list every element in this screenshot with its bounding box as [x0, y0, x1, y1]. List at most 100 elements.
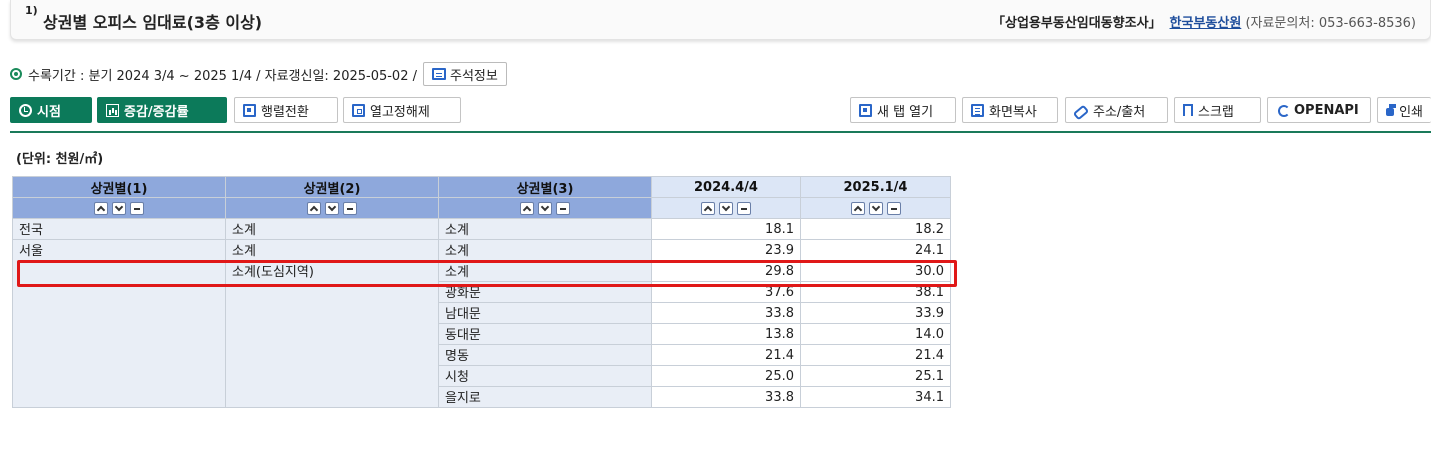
value-cell: 21.4	[651, 344, 801, 366]
sort-up-icon[interactable]	[701, 201, 715, 215]
link-icon	[1074, 104, 1088, 117]
screen-copy-label: 화면복사	[989, 104, 1037, 120]
region2-cell: 소계	[225, 239, 439, 261]
source-name: 「상업용부동산임대동향조사」	[992, 16, 1162, 31]
sort-down-icon[interactable]	[538, 201, 552, 215]
sort-down-icon[interactable]	[325, 201, 339, 215]
clock-icon	[19, 103, 32, 117]
region2-cell: 소계(도심지역)	[225, 260, 439, 408]
value-cell: 25.1	[800, 365, 951, 387]
api-icon	[1276, 104, 1290, 117]
source-info: 「상업용부동산임대동향조사」 한국부동산원 (자료문의처: 053-663-853…	[992, 12, 1416, 31]
pivot-button[interactable]: 행렬전환	[234, 97, 338, 123]
page-title: 상권별 오피스 임대료(3층 이상)	[43, 13, 263, 32]
source-contact: (자료문의처: 053-663-8536)	[1241, 16, 1416, 31]
scrap-button[interactable]: 스크랩	[1174, 97, 1261, 123]
region3-cell: 명동	[438, 344, 652, 366]
collapse-icon[interactable]	[886, 201, 901, 215]
sort-controls	[225, 197, 439, 219]
sort-up-icon[interactable]	[520, 201, 534, 215]
column-header[interactable]: 2024.4/4	[651, 176, 801, 198]
screen-copy-button[interactable]: 화면복사	[962, 97, 1058, 123]
data-table: 상권별(1) 상권별(2) 상권별(3) 2024.4/4 2025.1/4 전…	[12, 176, 951, 408]
sort-controls	[800, 197, 951, 219]
toolbar: 시점 증감/증감률 행렬전환 열고정해제 새 탭 열기 화면복사 주소/출처 스…	[10, 97, 1431, 125]
table-row: 서울 소계 소계 23.9 24.1	[12, 239, 951, 408]
openapi-label: OPENAPI	[1294, 102, 1359, 118]
unit-label: (단위: 천원/㎡)	[16, 152, 104, 167]
target-icon	[10, 68, 22, 80]
region3-cell: 소계	[438, 239, 652, 261]
value-cell: 29.8	[651, 260, 801, 282]
table-row: 전국 소계 소계 18.1 18.2	[12, 218, 951, 240]
copy-icon	[971, 103, 984, 117]
sort-up-icon[interactable]	[307, 201, 321, 215]
value-cell: 33.9	[800, 302, 951, 324]
toolbar-divider	[10, 131, 1431, 133]
unfreeze-icon	[352, 103, 365, 117]
title-footnote-number: 1)	[25, 4, 38, 17]
period-info: 수록기간 : 분기 2024 3/4 ~ 2025 1/4 / 자료갱신일: 2…	[10, 62, 507, 86]
value-cell: 34.1	[800, 386, 951, 408]
sort-up-icon[interactable]	[850, 201, 865, 215]
value-cell: 30.0	[800, 260, 951, 282]
note-info-label: 주석정보	[450, 68, 498, 84]
change-rate-label: 증감/증감률	[124, 104, 189, 120]
sort-controls	[12, 197, 226, 219]
sort-controls	[438, 197, 652, 219]
table-control-row	[12, 197, 951, 219]
region1-cell: 서울	[12, 239, 226, 408]
collapse-icon[interactable]	[343, 201, 357, 215]
value-cell: 18.1	[651, 218, 801, 240]
region3-cell: 남대문	[438, 302, 652, 324]
note-icon	[432, 68, 446, 80]
change-rate-button[interactable]: 증감/증감률	[97, 97, 227, 123]
value-cell: 18.2	[800, 218, 951, 240]
sort-controls	[651, 197, 801, 219]
column-header[interactable]: 상권별(2)	[225, 176, 439, 198]
print-label: 인쇄	[1399, 104, 1423, 120]
new-tab-button[interactable]: 새 탭 열기	[850, 97, 956, 123]
note-info-button[interactable]: 주석정보	[423, 62, 507, 86]
column-header[interactable]: 상권별(3)	[438, 176, 652, 198]
time-label: 시점	[37, 104, 61, 120]
time-button[interactable]: 시점	[10, 97, 92, 123]
value-cell: 37.6	[651, 281, 801, 303]
chart-icon	[106, 103, 119, 117]
period-text: 수록기간 : 분기 2024 3/4 ~ 2025 1/4 / 자료갱신일: 2…	[28, 68, 417, 84]
bookmark-icon	[1183, 104, 1193, 116]
value-cell: 21.4	[800, 344, 951, 366]
value-cell: 23.9	[651, 239, 801, 261]
value-cell: 25.0	[651, 365, 801, 387]
region1-cell: 전국	[12, 218, 226, 240]
value-cell: 13.8	[651, 323, 801, 345]
collapse-icon[interactable]	[737, 201, 751, 215]
print-button[interactable]: 인쇄	[1377, 97, 1431, 123]
region2-cell: 소계	[225, 218, 439, 240]
sort-down-icon[interactable]	[719, 201, 733, 215]
column-header[interactable]: 상권별(1)	[12, 176, 226, 198]
address-source-label: 주소/출처	[1093, 104, 1146, 120]
collapse-icon[interactable]	[556, 201, 570, 215]
new-tab-icon	[859, 103, 872, 117]
unfreeze-button[interactable]: 열고정해제	[343, 97, 461, 123]
value-cell: 38.1	[800, 281, 951, 303]
sort-down-icon[interactable]	[868, 201, 883, 215]
scrap-label: 스크랩	[1198, 104, 1234, 120]
address-source-button[interactable]: 주소/출처	[1065, 97, 1168, 123]
value-cell: 33.8	[651, 386, 801, 408]
region3-cell: 을지로	[438, 386, 652, 408]
region3-cell: 동대문	[438, 323, 652, 345]
openapi-button[interactable]: OPENAPI	[1267, 97, 1371, 123]
pivot-label: 행렬전환	[261, 104, 309, 120]
value-cell: 33.8	[651, 302, 801, 324]
sort-down-icon[interactable]	[112, 201, 126, 215]
sort-up-icon[interactable]	[94, 201, 108, 215]
column-header[interactable]: 2025.1/4	[800, 176, 951, 198]
pivot-icon	[243, 103, 256, 117]
region3-cell: 시청	[438, 365, 652, 387]
collapse-icon[interactable]	[130, 201, 144, 215]
table-header-row: 상권별(1) 상권별(2) 상권별(3) 2024.4/4 2025.1/4	[12, 176, 951, 198]
region3-cell: 소계	[438, 260, 652, 282]
source-org-link[interactable]: 한국부동산원	[1170, 16, 1242, 31]
